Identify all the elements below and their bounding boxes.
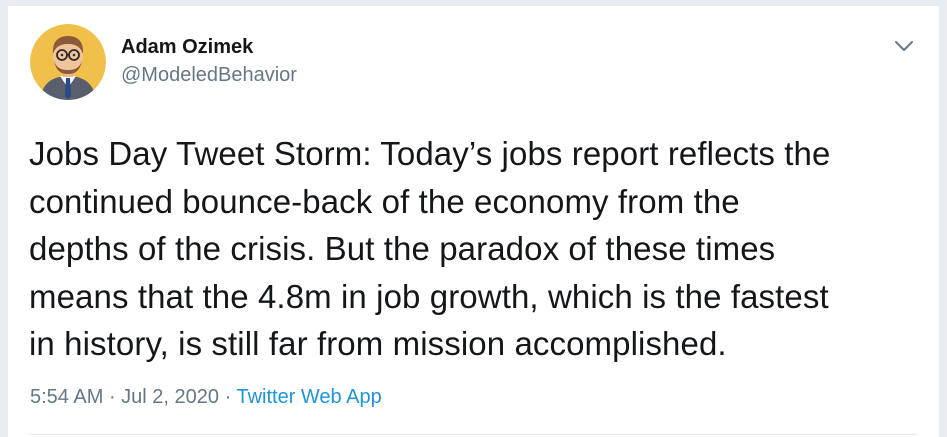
divider (29, 434, 918, 435)
author-handle[interactable]: @ModeledBehavior (121, 62, 297, 88)
tweet-menu-button[interactable] (890, 32, 918, 60)
tweet-date[interactable]: Jul 2, 2020 (121, 386, 219, 408)
tweet-meta: 5:54 AM · Jul 2, 2020 · Twitter Web App (30, 384, 382, 410)
meta-separator: · (219, 386, 237, 408)
tweet-source-link[interactable]: Twitter Web App (236, 386, 381, 408)
cartoon-portrait-icon (30, 24, 106, 100)
avatar[interactable] (30, 24, 106, 100)
tweet-author: Adam Ozimek @ModeledBehavior (121, 34, 297, 88)
tweet-time[interactable]: 5:54 AM (30, 386, 103, 408)
meta-separator: · (103, 386, 122, 408)
tweet-text: Jobs Day Tweet Storm: Today’s jobs repor… (29, 135, 831, 362)
tweet-card: Adam Ozimek @ModeledBehavior Jobs Day Tw… (8, 6, 939, 437)
chevron-down-icon (895, 41, 913, 51)
author-display-name[interactable]: Adam Ozimek (121, 34, 297, 60)
